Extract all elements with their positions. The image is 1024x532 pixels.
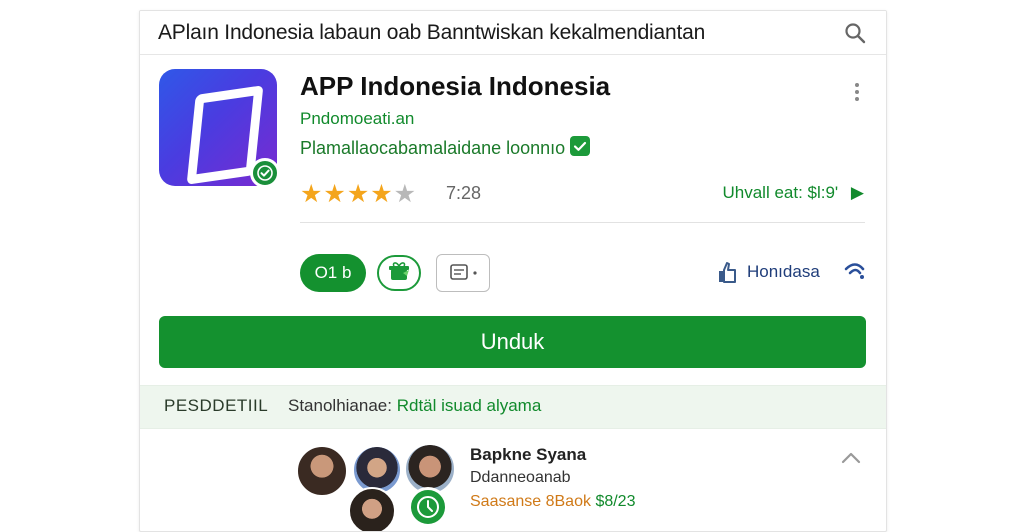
- review-price-value: $8/23: [595, 493, 636, 510]
- shield-check-icon: [570, 136, 590, 156]
- divider: [300, 222, 865, 223]
- developer-link[interactable]: Pndomoeati.an: [300, 109, 414, 129]
- more-actions-button[interactable]: [436, 254, 490, 292]
- play-arrow-icon: ▶: [850, 183, 864, 202]
- avatar: [348, 487, 396, 531]
- card-icon: [450, 264, 477, 280]
- avatar: [296, 445, 348, 497]
- search-input[interactable]: APlaın Indonesia labaun oab Banntwiskan …: [158, 21, 705, 45]
- clock-badge-icon: [408, 487, 448, 527]
- app-title: APP Indonesia Indonesia: [300, 71, 611, 101]
- review-author: Bapkne Syana: [470, 445, 587, 464]
- gift-button[interactable]: [377, 255, 421, 291]
- search-icon[interactable]: [844, 22, 866, 44]
- app-tagline: Plamallaocabamalaidane loonnıo: [300, 138, 566, 158]
- hand-icon: [719, 262, 736, 283]
- details-section: PESDDETIIL Stanolhianae: Rdtäl isuad aly…: [140, 385, 886, 429]
- details-status-value[interactable]: Rdtäl isuad alyama: [397, 396, 542, 415]
- details-title: PESDDETIIL: [164, 396, 269, 415]
- details-status: Stanolhianae: Rdtäl isuad alyama: [288, 396, 541, 416]
- install-button[interactable]: Unduk: [159, 316, 866, 368]
- rating-stars: ★★★★★: [300, 180, 418, 208]
- review-price-label: Saasanse 8Baok: [470, 493, 591, 510]
- gift-icon: [389, 262, 409, 280]
- review-price: Saasanse 8Baok $8/23: [470, 493, 635, 511]
- rating-count: 7:28: [446, 183, 482, 203]
- more-options-icon[interactable]: [852, 81, 862, 103]
- share-link[interactable]: Honıdasa: [718, 259, 868, 287]
- review-subtitle: Ddanneoanab: [470, 469, 571, 486]
- price-link[interactable]: Uhvall eat: $l:9' ▶: [722, 183, 864, 203]
- chevron-up-icon[interactable]: [840, 451, 862, 465]
- price-link-label: Uhvall eat: $l:9': [722, 183, 839, 202]
- app-listing-card: APlaın Indonesia labaun oab Banntwiskan …: [139, 10, 887, 532]
- search-bar[interactable]: APlaın Indonesia labaun oab Banntwiskan …: [140, 11, 886, 55]
- rating-row: ★★★★★ 7:28 Uhvall eat: $l:9' ▶: [300, 179, 870, 209]
- pill-action-button[interactable]: O1 b: [300, 254, 366, 292]
- verified-badge-icon: [250, 158, 280, 188]
- share-link-label: Honıdasa: [747, 262, 820, 281]
- details-status-label: Stanolhianae:: [288, 396, 392, 415]
- signal-icon: [844, 263, 865, 279]
